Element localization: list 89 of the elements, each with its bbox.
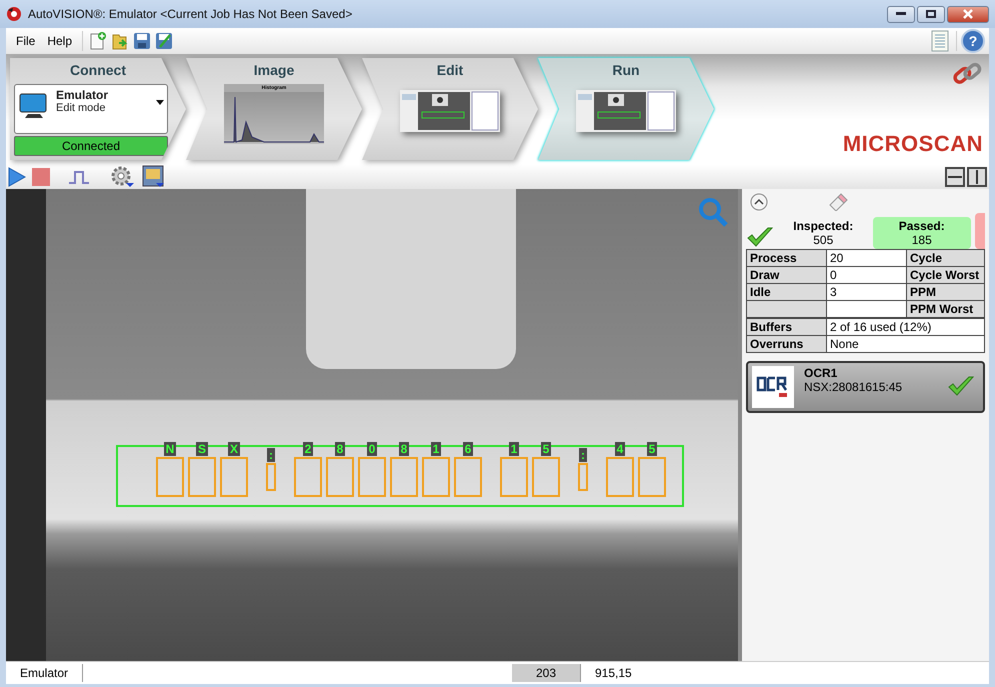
character-box	[454, 457, 482, 497]
inspected-count: 505	[813, 233, 834, 247]
collapse-icon[interactable]	[750, 193, 768, 211]
maximize-icon	[926, 10, 936, 18]
maximize-button[interactable]	[917, 6, 945, 22]
dropdown-arrow-icon	[156, 100, 164, 105]
minimize-icon	[896, 12, 906, 16]
stop-icon[interactable]	[32, 168, 50, 186]
character-box	[294, 457, 322, 497]
tool-result-card[interactable]: OCR1 NSX:28081615:45	[746, 361, 985, 413]
tool-result: NSX:28081615:45	[804, 380, 904, 394]
ocr-character-label: 5	[540, 442, 552, 456]
character-box	[578, 463, 588, 491]
stat-value: 20	[830, 251, 844, 265]
pulse-icon[interactable]	[68, 170, 90, 184]
character-box	[326, 457, 354, 497]
inspected-label: Inspected:	[793, 219, 854, 233]
ocr-character-label: :	[267, 448, 275, 462]
device-mode: Edit mode	[56, 102, 107, 114]
character-box	[188, 457, 216, 497]
character-box	[156, 457, 184, 497]
tool-name: OCR1	[804, 366, 838, 380]
stat-label: Draw	[750, 268, 780, 282]
app-logo-icon	[6, 6, 22, 22]
gear-icon[interactable]	[110, 164, 136, 188]
stat-value: None	[830, 337, 859, 351]
help-button[interactable]: ?	[961, 29, 985, 53]
new-file-icon[interactable]	[89, 31, 108, 51]
pass-check-icon	[947, 374, 975, 398]
device-selector[interactable]: Emulator Edit mode	[14, 84, 168, 134]
save-as-icon[interactable]	[155, 31, 174, 51]
stat-value: 3	[830, 285, 837, 299]
character-box	[390, 457, 418, 497]
brand-logo: MICROSCAN	[842, 131, 983, 157]
workflow-step[interactable]: Edit	[362, 58, 538, 160]
ocr-character-label: 5	[646, 442, 658, 456]
stat-label: Process	[750, 251, 797, 265]
stat-value: 0	[830, 268, 837, 282]
ocr-character-label: N	[164, 442, 176, 456]
ocr-character-label: 4	[614, 442, 626, 456]
play-icon[interactable]	[8, 166, 26, 186]
stat-label: Overruns	[750, 337, 804, 351]
character-box	[266, 463, 276, 491]
ocr-character-label: X	[228, 442, 240, 456]
timing-label: PPM	[910, 285, 936, 299]
character-box	[500, 457, 528, 497]
character-box	[358, 457, 386, 497]
minimize-button[interactable]	[887, 6, 915, 22]
workflow-step[interactable]: Run	[538, 58, 714, 160]
stat-label: Idle	[750, 285, 771, 299]
character-box	[638, 457, 666, 497]
failed-panel	[975, 213, 985, 249]
menu-item[interactable]: File	[10, 32, 42, 50]
passed-count: 185	[912, 233, 932, 247]
ocr-character-label: 8	[334, 442, 346, 456]
workflow-step[interactable]: Connect Emulator Edit mode Connected	[10, 58, 186, 160]
passed-label: Passed:	[898, 219, 945, 233]
connection-status: Connected	[14, 136, 168, 156]
ocr-character-label: S	[196, 442, 208, 456]
timing-label: Cycle Worst	[910, 268, 980, 282]
link-icon[interactable]	[951, 61, 983, 87]
horizontal-layout-icon[interactable]	[945, 166, 965, 186]
character-box	[422, 457, 450, 497]
window-title: AutoVISION®: Emulator <Current Job Has Not Been Saved>	[28, 7, 354, 21]
save-icon[interactable]	[133, 31, 152, 51]
timing-label: Cycle	[910, 251, 942, 265]
device-name: Emulator	[56, 88, 110, 102]
timing-label: PPM Worst	[910, 302, 974, 316]
character-box	[532, 457, 560, 497]
vertical-layout-icon[interactable]	[967, 166, 987, 186]
ocr-character-label: 8	[398, 442, 410, 456]
stat-label: Buffers	[750, 320, 792, 334]
close-button[interactable]	[947, 6, 989, 22]
character-box	[220, 457, 248, 497]
ocr-character-label: 2	[302, 442, 314, 456]
ocr-character-label: 0	[366, 442, 378, 456]
menu-item[interactable]: Help	[41, 32, 78, 50]
ocr-character-label: 1	[508, 442, 520, 456]
stat-value: 2 of 16 used (12%)	[830, 320, 932, 334]
cursor-coordinates: 915,15	[594, 665, 633, 682]
ocr-character-label: 1	[430, 442, 442, 456]
close-icon	[963, 9, 973, 19]
ocr-character-label: 6	[462, 442, 474, 456]
eraser-icon[interactable]	[828, 193, 848, 211]
image-settings-icon[interactable]	[142, 164, 166, 188]
status-mode: Emulator	[6, 664, 84, 682]
character-box	[606, 457, 634, 497]
status-value: 203	[512, 664, 581, 682]
ocr-character-label: :	[579, 448, 587, 462]
